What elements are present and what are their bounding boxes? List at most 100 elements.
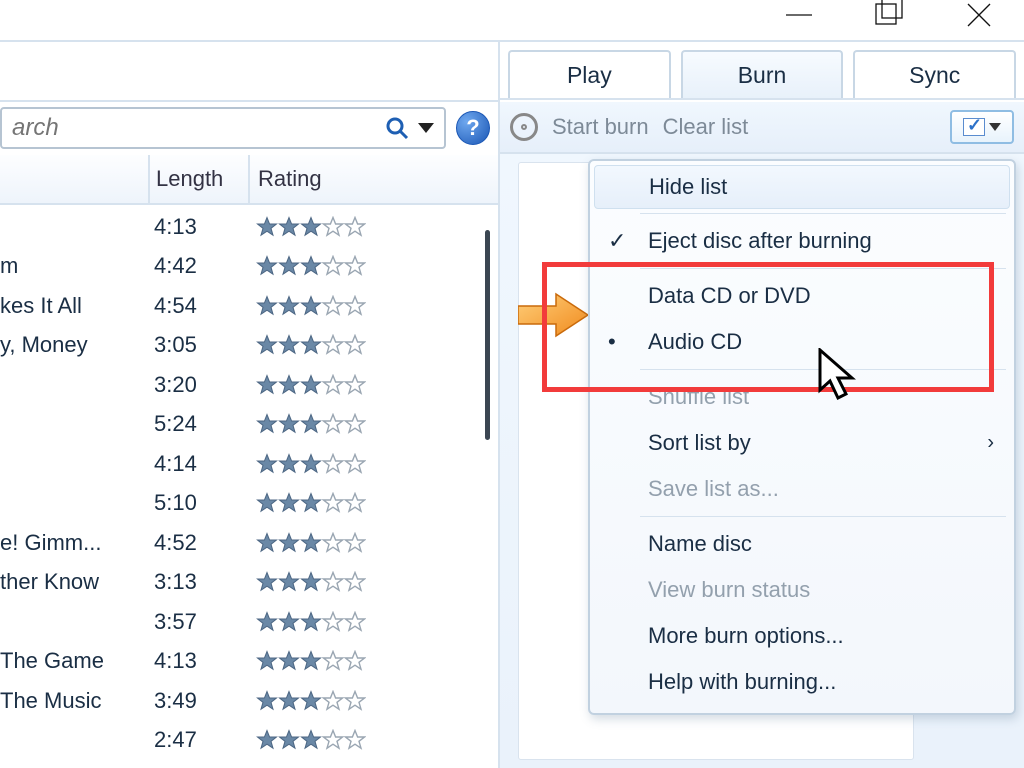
star-icon[interactable] [300, 216, 322, 238]
menu-data-cd-dvd[interactable]: Data CD or DVD [594, 273, 1010, 319]
scrollbar-thumb[interactable] [485, 230, 490, 440]
star-icon[interactable] [278, 650, 300, 672]
column-length-header[interactable]: Length [148, 155, 248, 203]
star-icon[interactable] [344, 492, 366, 514]
star-icon[interactable] [344, 216, 366, 238]
column-rating-header[interactable]: Rating [248, 155, 498, 203]
star-icon[interactable] [278, 492, 300, 514]
start-burn-button[interactable]: Start burn [552, 114, 649, 140]
star-icon[interactable] [256, 571, 278, 593]
menu-more-burn-options[interactable]: More burn options... [594, 613, 1010, 659]
burn-options-dropdown[interactable] [950, 110, 1014, 144]
search-input[interactable] [2, 114, 384, 142]
track-rating[interactable] [248, 690, 498, 712]
star-icon[interactable] [344, 295, 366, 317]
star-icon[interactable] [322, 255, 344, 277]
search-icon[interactable] [384, 115, 410, 141]
help-button[interactable]: ? [456, 111, 490, 145]
star-icon[interactable] [322, 453, 344, 475]
track-rating[interactable] [248, 729, 498, 751]
star-icon[interactable] [278, 453, 300, 475]
star-icon[interactable] [322, 374, 344, 396]
star-icon[interactable] [322, 295, 344, 317]
star-icon[interactable] [300, 413, 322, 435]
search-dropdown-icon[interactable] [418, 123, 434, 133]
star-icon[interactable] [300, 295, 322, 317]
star-icon[interactable] [300, 571, 322, 593]
star-icon[interactable] [300, 453, 322, 475]
menu-eject-after-burn[interactable]: ✓Eject disc after burning [594, 218, 1010, 264]
star-icon[interactable] [278, 413, 300, 435]
tab-burn[interactable]: Burn [681, 50, 844, 98]
star-icon[interactable] [300, 650, 322, 672]
table-row[interactable]: 3:20 [0, 365, 498, 405]
menu-sort-list-by[interactable]: Sort list by› [594, 420, 1010, 466]
column-title-header[interactable] [0, 155, 148, 203]
table-row[interactable]: 5:24 [0, 405, 498, 445]
close-button[interactable] [934, 0, 1024, 35]
star-icon[interactable] [322, 532, 344, 554]
track-rating[interactable] [248, 650, 498, 672]
star-icon[interactable] [278, 216, 300, 238]
table-row[interactable]: 4:14 [0, 444, 498, 484]
menu-name-disc[interactable]: Name disc [594, 521, 1010, 567]
track-rating[interactable] [248, 216, 498, 238]
star-icon[interactable] [278, 334, 300, 356]
table-row[interactable]: 5:10 [0, 484, 498, 524]
tab-play[interactable]: Play [508, 50, 671, 98]
table-row[interactable]: 3:57 [0, 602, 498, 642]
star-icon[interactable] [322, 334, 344, 356]
star-icon[interactable] [322, 729, 344, 751]
star-icon[interactable] [278, 611, 300, 633]
star-icon[interactable] [300, 334, 322, 356]
star-icon[interactable] [256, 690, 278, 712]
star-icon[interactable] [300, 690, 322, 712]
search-box[interactable] [0, 107, 446, 149]
star-icon[interactable] [344, 374, 366, 396]
menu-help-with-burning[interactable]: Help with burning... [594, 659, 1010, 705]
track-rating[interactable] [248, 413, 498, 435]
track-rating[interactable] [248, 492, 498, 514]
star-icon[interactable] [344, 690, 366, 712]
star-icon[interactable] [256, 413, 278, 435]
table-row[interactable]: 4:13 [0, 207, 498, 247]
clear-list-button[interactable]: Clear list [663, 114, 749, 140]
track-rating[interactable] [248, 255, 498, 277]
table-row[interactable]: The Game4:13 [0, 642, 498, 682]
star-icon[interactable] [322, 492, 344, 514]
star-icon[interactable] [344, 453, 366, 475]
star-icon[interactable] [322, 571, 344, 593]
minimize-button[interactable] [754, 0, 844, 35]
star-icon[interactable] [300, 492, 322, 514]
star-icon[interactable] [322, 650, 344, 672]
star-icon[interactable] [256, 255, 278, 277]
maximize-button[interactable] [844, 0, 934, 35]
star-icon[interactable] [344, 650, 366, 672]
table-row[interactable]: kes It All4:54 [0, 286, 498, 326]
star-icon[interactable] [256, 729, 278, 751]
track-rating[interactable] [248, 611, 498, 633]
table-row[interactable]: m4:42 [0, 247, 498, 287]
star-icon[interactable] [256, 611, 278, 633]
star-icon[interactable] [344, 334, 366, 356]
star-icon[interactable] [300, 532, 322, 554]
menu-hide-list[interactable]: Hide list [594, 165, 1010, 209]
star-icon[interactable] [278, 532, 300, 554]
star-icon[interactable] [300, 729, 322, 751]
star-icon[interactable] [278, 295, 300, 317]
star-icon[interactable] [256, 295, 278, 317]
star-icon[interactable] [322, 216, 344, 238]
star-icon[interactable] [278, 690, 300, 712]
star-icon[interactable] [256, 374, 278, 396]
track-rating[interactable] [248, 374, 498, 396]
track-rating[interactable] [248, 453, 498, 475]
table-row[interactable]: ther Know3:13 [0, 563, 498, 603]
table-row[interactable]: y, Money3:05 [0, 326, 498, 366]
table-row[interactable]: e! Gimm...4:52 [0, 523, 498, 563]
star-icon[interactable] [344, 571, 366, 593]
star-icon[interactable] [344, 532, 366, 554]
star-icon[interactable] [322, 413, 344, 435]
star-icon[interactable] [322, 611, 344, 633]
tab-sync[interactable]: Sync [853, 50, 1016, 98]
star-icon[interactable] [256, 532, 278, 554]
